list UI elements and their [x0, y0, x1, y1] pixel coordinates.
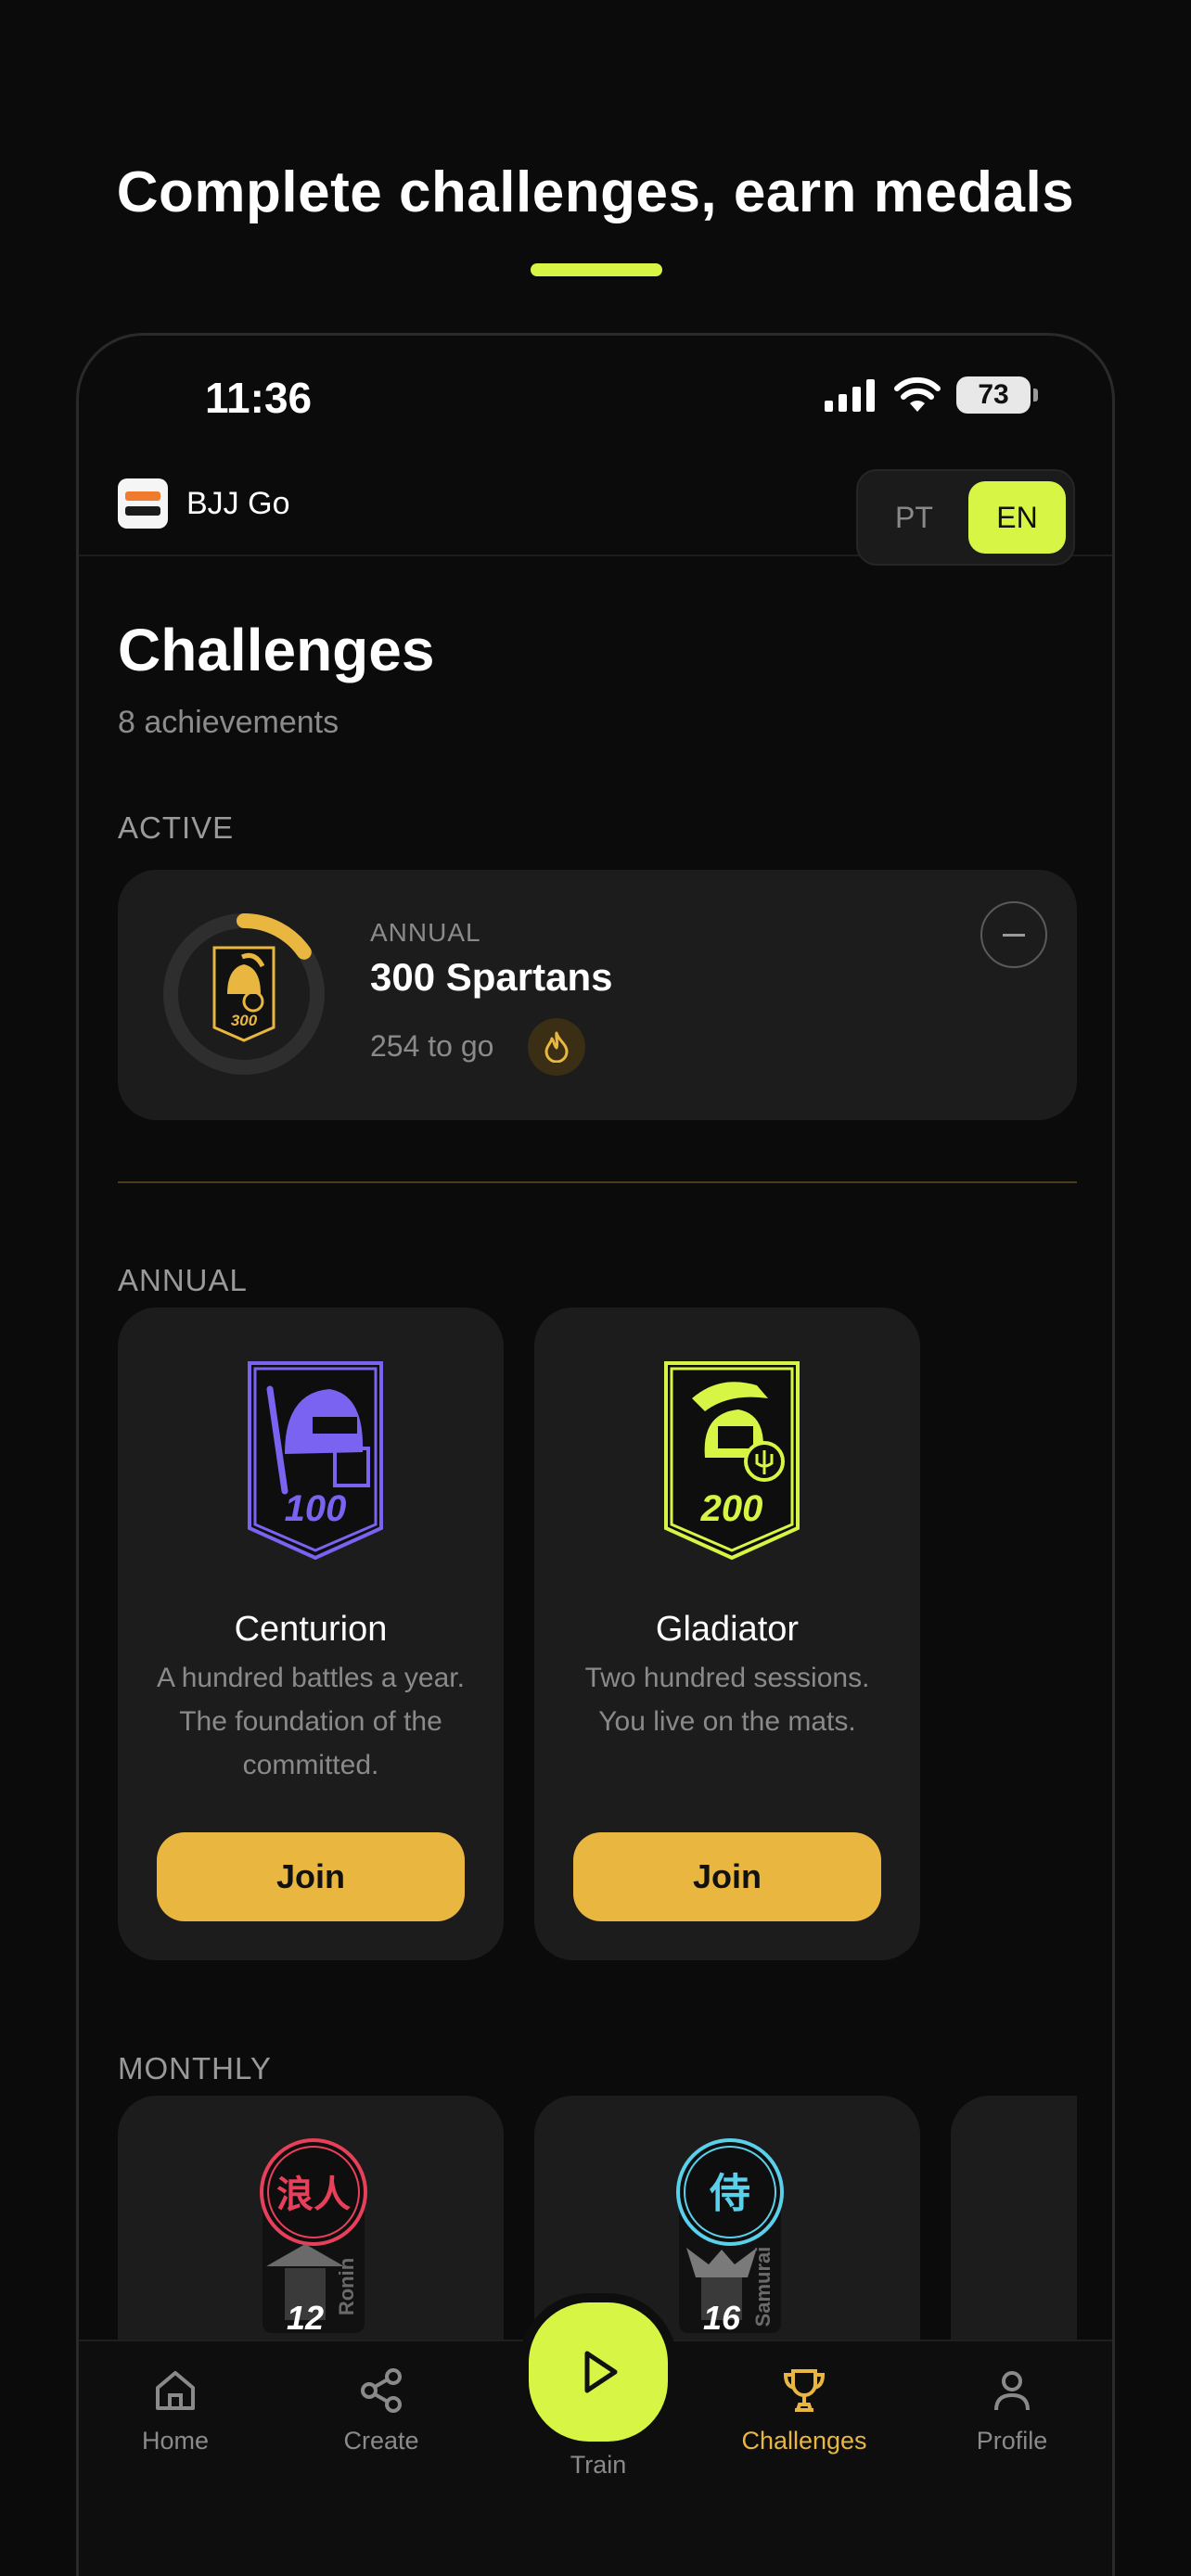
signal-icon — [825, 379, 875, 412]
tab-label-train: Train — [570, 2451, 627, 2479]
ronin-badge-icon: 浪人 Ronin 12 — [260, 2138, 367, 2335]
svg-text:200: 200 — [700, 1488, 763, 1529]
wifi-icon — [894, 376, 941, 412]
play-icon — [584, 2351, 618, 2393]
centurion-badge-icon: 100 — [248, 1361, 383, 1560]
status-time: 11:36 — [205, 374, 313, 422]
challenge-name: Centurion — [234, 1610, 388, 1649]
progress-ring: 300 — [163, 913, 325, 1075]
phone-frame: 11:36 73 BJJ Go PT EN Challenges 8 achie… — [76, 333, 1115, 2576]
tab-label: Challenges — [741, 2427, 867, 2455]
headline-underline — [531, 263, 662, 276]
leave-challenge-button[interactable] — [980, 901, 1047, 968]
section-label-annual: ANNUAL — [118, 1263, 248, 1297]
train-button[interactable] — [519, 2293, 677, 2451]
section-divider — [118, 1181, 1077, 1183]
user-icon — [994, 2371, 1030, 2411]
achievements-count: 8 achievements — [118, 705, 339, 740]
promo-headline: Complete challenges, earn medals — [116, 160, 1075, 224]
app-bar: BJJ Go PT EN — [79, 456, 1112, 566]
lang-option-en[interactable]: EN — [968, 481, 1066, 554]
tab-profile[interactable]: Profile — [928, 2366, 1095, 2455]
svg-text:侍: 侍 — [709, 2170, 750, 2217]
active-challenge-card[interactable]: 300 ANNUAL 300 Spartans 254 to go — [118, 870, 1077, 1120]
join-gladiator-button[interactable]: Join — [573, 1832, 881, 1921]
minus-icon — [1003, 933, 1025, 937]
section-label-active: ACTIVE — [118, 810, 235, 845]
tab-label: Create — [343, 2427, 419, 2455]
spartan-badge-icon: 300 — [212, 946, 275, 1042]
svg-text:16: 16 — [703, 2299, 741, 2335]
page-title: Challenges — [118, 617, 435, 683]
tab-label: Profile — [976, 2427, 1048, 2455]
challenge-card-centurion[interactable]: 100 Centurion A hundred battles a year. … — [118, 1307, 504, 1960]
join-centurion-button[interactable]: Join — [157, 1832, 465, 1921]
svg-text:Ronin: Ronin — [335, 2258, 358, 2315]
section-label-monthly: MONTHLY — [118, 2051, 272, 2085]
share-icon — [361, 2368, 402, 2413]
active-challenge-name: 300 Spartans — [370, 955, 613, 999]
samurai-badge-icon: 侍 Samurai 16 — [676, 2138, 784, 2335]
battery-indicator: 73 — [956, 376, 1038, 414]
challenge-description: Two hundred sessions. You live on the ma… — [584, 1663, 870, 1737]
status-icons: 73 — [825, 376, 1038, 414]
bottom-tab-bar: Home Create Train Challenges Profile — [79, 2293, 1112, 2576]
trophy-icon — [783, 2369, 826, 2412]
tab-create[interactable]: Create — [298, 2366, 465, 2455]
svg-text:Samurai: Samurai — [751, 2247, 775, 2327]
challenge-card-gladiator[interactable]: 200 Gladiator Two hundred sessions. You … — [534, 1307, 920, 1960]
streak-flame-icon — [528, 1018, 585, 1076]
svg-text:浪人: 浪人 — [276, 2174, 351, 2216]
tab-label: Home — [141, 2427, 210, 2455]
app-name: BJJ Go — [186, 486, 290, 521]
active-challenge-period: ANNUAL — [370, 918, 481, 947]
challenge-name: Gladiator — [655, 1610, 800, 1649]
gladiator-badge-icon: 200 — [664, 1361, 800, 1560]
challenge-description: A hundred battles a year. The foundation… — [157, 1663, 465, 1780]
lang-option-pt[interactable]: PT — [865, 481, 963, 554]
tab-home[interactable]: Home — [92, 2366, 259, 2455]
svg-text:100: 100 — [285, 1488, 347, 1529]
active-challenge-remaining: 254 to go — [370, 1029, 494, 1063]
svg-text:300: 300 — [231, 1012, 258, 1029]
svg-text:12: 12 — [287, 2299, 324, 2335]
tab-challenges[interactable]: Challenges — [721, 2366, 888, 2455]
home-icon — [156, 2371, 195, 2410]
language-toggle: PT EN — [856, 469, 1075, 566]
app-logo-icon — [118, 478, 168, 529]
